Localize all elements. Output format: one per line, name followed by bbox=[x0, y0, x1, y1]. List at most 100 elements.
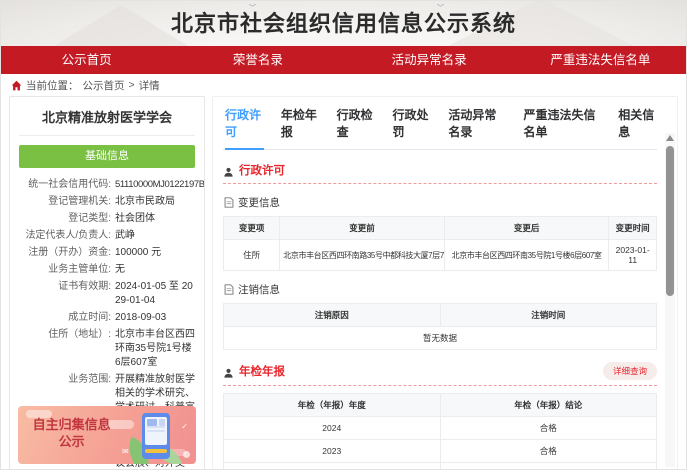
org-name: 北京精准放射医学学会 bbox=[19, 107, 195, 136]
field-registration-authority: 登记管理机关: 北京市民政局 bbox=[19, 195, 195, 209]
field-value: 2018-09-03 bbox=[111, 311, 195, 325]
tab-administrative-inspection[interactable]: 行政检查 bbox=[337, 106, 376, 149]
banner-text: 自主归集信息公示 bbox=[30, 416, 113, 450]
field-legal-representative: 法定代表人/负责人: 武峥 bbox=[19, 229, 195, 243]
col-header: 注销时间 bbox=[440, 304, 657, 327]
page: ﹀ ﹀ 北京市社会组织信用信息公示系统 公示首页 荣誉名录 活动异常名录 严重违… bbox=[0, 0, 687, 470]
table-row: 暂无数据 bbox=[224, 327, 657, 350]
breadcrumb: 当前位置： 公示首页 > 详情 bbox=[1, 74, 686, 96]
detail-tabs: 行政许可 年检年报 行政检查 行政处罚 活动异常名录 严重违法失信名单 相关信息 bbox=[223, 101, 657, 150]
cell-result: 合格 bbox=[440, 417, 657, 440]
main-nav: 公示首页 荣誉名录 活动异常名录 严重违法失信名单 bbox=[1, 46, 686, 74]
subsection-change-info: 变更信息 bbox=[224, 195, 657, 210]
field-registered-capital: 注册（开办）资金: 100000 元 bbox=[19, 246, 195, 260]
document-icon bbox=[224, 284, 234, 295]
breadcrumb-separator: > bbox=[129, 79, 135, 91]
tab-administrative-penalty[interactable]: 行政处罚 bbox=[392, 106, 431, 149]
nav-item-home[interactable]: 公示首页 bbox=[1, 46, 172, 74]
field-label: 证书有效期: bbox=[19, 280, 111, 308]
field-label: 登记管理机关: bbox=[19, 195, 111, 209]
field-credit-code: 统一社会信用代码: 51110000MJ0122197B bbox=[19, 178, 195, 192]
detail-content: 行政许可 年检年报 行政检查 行政处罚 活动异常名录 严重违法失信名单 相关信息… bbox=[212, 96, 678, 470]
dot-decor bbox=[183, 451, 190, 458]
field-label: 成立时间: bbox=[19, 311, 111, 325]
col-header: 年检（年报）结论 bbox=[440, 394, 657, 417]
table-row: 2023 合格 bbox=[224, 440, 657, 463]
section-title: 年检年报 bbox=[239, 363, 285, 379]
phone-icon bbox=[142, 413, 170, 459]
scrollbar-up-icon[interactable] bbox=[666, 135, 674, 141]
cell-before: 北京市丰台区西四环南路35号中都科技大厦7层709室 bbox=[280, 240, 445, 271]
shield-check-icon: ✓ bbox=[181, 422, 188, 431]
site-title: 北京市社会组织信用信息公示系统 bbox=[1, 1, 686, 46]
tab-abnormal-list[interactable]: 活动异常名录 bbox=[448, 106, 506, 149]
col-header: 变更时间 bbox=[609, 217, 657, 240]
nav-item-dishonest-list[interactable]: 严重违法失信名单 bbox=[515, 46, 686, 74]
nav-item-honor-list[interactable]: 荣誉名录 bbox=[172, 46, 343, 74]
section-annual-report: 年检年报 详细查询 bbox=[223, 362, 657, 386]
col-header: 变更前 bbox=[280, 217, 445, 240]
person-icon bbox=[223, 165, 234, 176]
table-header-row: 年检（年报）年度 年检（年报）结论 bbox=[224, 394, 657, 417]
subsection-cancel-info: 注销信息 bbox=[224, 282, 657, 297]
peak-decor: ﹀ bbox=[249, 3, 256, 13]
field-value: 100000 元 bbox=[111, 246, 195, 260]
breadcrumb-prefix: 当前位置： bbox=[26, 78, 79, 93]
basic-info-button[interactable]: 基础信息 bbox=[19, 145, 195, 168]
cell-result: 合格 bbox=[440, 463, 657, 470]
document-icon bbox=[224, 197, 234, 208]
field-value: 北京市丰台区西四环南35号院1号楼6层607室 bbox=[111, 328, 195, 370]
cell-change-time: 2023-01-11 bbox=[609, 240, 657, 271]
cell-after: 北京市丰台区西四环南35号院1号楼6层607室 bbox=[444, 240, 609, 271]
table-row: 住所 北京市丰台区西四环南路35号中都科技大厦7层709室 北京市丰台区西四环南… bbox=[224, 240, 657, 271]
self-collection-banner[interactable]: 自主归集信息公示 ✉ ✓ bbox=[18, 406, 196, 464]
cancel-info-table: 注销原因 注销时间 暂无数据 bbox=[223, 303, 657, 350]
breadcrumb-home-link[interactable]: 公示首页 bbox=[83, 78, 125, 93]
peak-decor: ﹀ bbox=[437, 3, 444, 13]
cell-year: 2024 bbox=[224, 417, 441, 440]
col-header: 变更项 bbox=[224, 217, 280, 240]
col-header: 注销原因 bbox=[224, 304, 441, 327]
section-title: 行政许可 bbox=[239, 162, 285, 178]
scrollbar-thumb[interactable] bbox=[666, 146, 674, 296]
field-label: 统一社会信用代码: bbox=[19, 178, 111, 192]
field-supervisory-unit: 业务主管单位: 无 bbox=[19, 263, 195, 277]
field-value: 2024-01-05 至 2029-01-04 bbox=[111, 280, 195, 308]
table-row: 2024 合格 bbox=[224, 417, 657, 440]
field-value: 北京市民政局 bbox=[111, 195, 195, 209]
table-header-row: 变更项 变更前 变更后 变更时间 bbox=[224, 217, 657, 240]
field-value: 无 bbox=[111, 263, 195, 277]
field-establish-date: 成立时间: 2018-09-03 bbox=[19, 311, 195, 325]
main-area: 北京精准放射医学学会 基础信息 统一社会信用代码: 51110000MJ0122… bbox=[1, 96, 686, 470]
field-value: 51110000MJ0122197B bbox=[111, 178, 205, 192]
person-icon bbox=[223, 366, 234, 377]
field-address: 住所（地址）: 北京市丰台区西四环南35号院1号楼6层607室 bbox=[19, 328, 195, 370]
tab-related-info[interactable]: 相关信息 bbox=[618, 106, 657, 149]
field-label: 法定代表人/负责人: bbox=[19, 229, 111, 243]
tab-dishonest-list[interactable]: 严重违法失信名单 bbox=[524, 106, 602, 149]
detail-query-button[interactable]: 详细查询 bbox=[603, 362, 657, 380]
field-value: 武峥 bbox=[111, 229, 195, 243]
cell-result: 合格 bbox=[440, 440, 657, 463]
envelope-icon: ✉ bbox=[122, 447, 129, 456]
tab-administrative-permit[interactable]: 行政许可 bbox=[225, 106, 264, 150]
col-header: 年检（年报）年度 bbox=[224, 394, 441, 417]
empty-data-cell: 暂无数据 bbox=[224, 327, 657, 350]
field-certificate-validity: 证书有效期: 2024-01-05 至 2029-01-04 bbox=[19, 280, 195, 308]
home-icon bbox=[11, 80, 22, 91]
tab-annual-report[interactable]: 年检年报 bbox=[281, 106, 320, 149]
field-label: 住所（地址）: bbox=[19, 328, 111, 370]
field-label: 业务主管单位: bbox=[19, 263, 111, 277]
field-label: 注册（开办）资金: bbox=[19, 246, 111, 260]
change-info-table: 变更项 变更前 变更后 变更时间 住所 北京市丰台区西四环南路35号中都科技大厦… bbox=[223, 216, 657, 271]
cell-year: 2022 bbox=[224, 463, 441, 470]
cell-year: 2023 bbox=[224, 440, 441, 463]
table-row: 2022 合格 bbox=[224, 463, 657, 470]
field-registration-type: 登记类型: 社会团体 bbox=[19, 212, 195, 226]
field-value: 社会团体 bbox=[111, 212, 195, 226]
breadcrumb-current: 详情 bbox=[139, 78, 160, 93]
subsection-title: 变更信息 bbox=[238, 195, 280, 210]
nav-item-abnormal-list[interactable]: 活动异常名录 bbox=[344, 46, 515, 74]
site-header: ﹀ ﹀ 北京市社会组织信用信息公示系统 bbox=[1, 1, 686, 46]
content-scrollbar[interactable] bbox=[665, 133, 675, 467]
